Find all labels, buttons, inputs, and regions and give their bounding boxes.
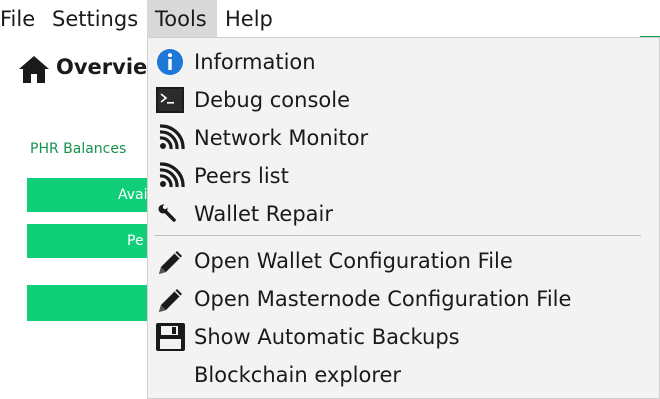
menu-item-information-label: Information [194, 50, 316, 74]
menu-item-wallet-repair[interactable]: Wallet Repair [148, 195, 659, 233]
menu-item-show-automatic-backups[interactable]: Show Automatic Backups [148, 318, 659, 356]
tools-dropdown-menu: Information Debug console Network Monito… [147, 37, 660, 399]
pending-balance-label: Pe [127, 233, 144, 249]
menu-item-network-monitor-label: Network Monitor [194, 126, 369, 150]
menu-item-open-wallet-config-label: Open Wallet Configuration File [194, 249, 513, 273]
info-icon [157, 49, 183, 75]
menu-settings[interactable]: Settings [44, 0, 146, 38]
app-window: File Settings Tools Help Overview PHR Ba… [0, 0, 660, 399]
menu-separator [154, 235, 641, 236]
menu-item-peers-list-label: Peers list [194, 164, 289, 188]
wrench-icon [158, 204, 176, 222]
home-icon[interactable] [17, 54, 51, 84]
menu-help[interactable]: Help [217, 0, 281, 38]
menu-item-debug-console[interactable]: Debug console [148, 81, 659, 119]
menu-bar: File Settings Tools Help [0, 0, 660, 38]
menu-item-show-automatic-backups-label: Show Automatic Backups [194, 325, 460, 349]
total-balance-bar [27, 285, 162, 321]
menu-tools[interactable]: Tools [147, 0, 217, 38]
signal-icon [159, 124, 185, 150]
menu-item-open-wallet-config[interactable]: Open Wallet Configuration File [148, 242, 659, 280]
pencil-icon [159, 251, 182, 274]
balances-heading: PHR Balances [30, 141, 127, 157]
signal-icon [159, 162, 185, 188]
menu-item-blockchain-explorer-label: Blockchain explorer [194, 363, 402, 387]
menu-item-peers-list[interactable]: Peers list [148, 157, 659, 195]
terminal-icon [156, 87, 184, 113]
menu-item-open-masternode-config[interactable]: Open Masternode Configuration File [148, 280, 659, 318]
floppy-disk-icon [156, 323, 185, 351]
available-balance-label: Avai [118, 187, 148, 203]
menu-item-blockchain-explorer[interactable]: Blockchain explorer [148, 356, 659, 394]
menu-item-network-monitor[interactable]: Network Monitor [148, 119, 659, 157]
pencil-icon [159, 289, 182, 312]
menu-item-wallet-repair-label: Wallet Repair [194, 202, 334, 226]
available-balance-bar: Avai [27, 178, 162, 212]
menu-item-information[interactable]: Information [148, 43, 659, 81]
menu-file[interactable]: File [0, 0, 43, 38]
menu-item-debug-console-label: Debug console [194, 88, 350, 112]
menu-item-open-masternode-config-label: Open Masternode Configuration File [194, 287, 572, 311]
pending-balance-bar: Pe [27, 224, 162, 258]
